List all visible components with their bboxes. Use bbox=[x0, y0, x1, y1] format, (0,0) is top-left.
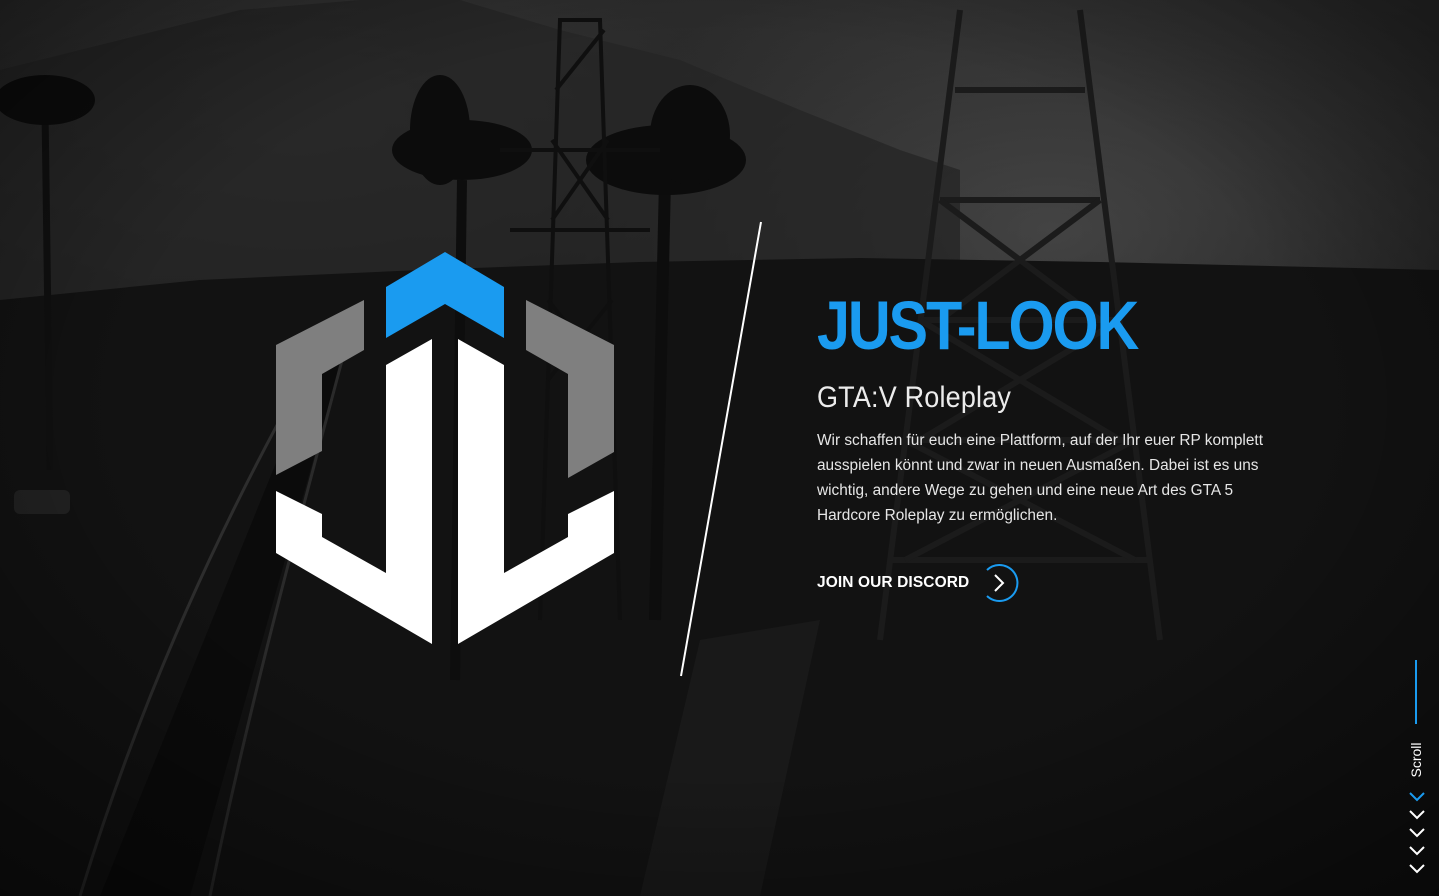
chevron-down-icon bbox=[1409, 792, 1425, 802]
hero-description: Wir schaffen für euch eine Plattform, au… bbox=[817, 432, 1263, 524]
hexagon-logo-icon bbox=[276, 252, 614, 644]
chevron-down-icon bbox=[1409, 864, 1425, 874]
scroll-label: Scroll bbox=[1408, 742, 1424, 778]
chevron-right-icon bbox=[979, 563, 1019, 603]
hero-content: JUST-LOOK GTA:V Roleplay Wir schaffen fü… bbox=[817, 290, 1297, 528]
scroll-line bbox=[1415, 660, 1417, 724]
join-discord-label: JOIN OUR DISCORD bbox=[817, 574, 970, 591]
scroll-indicator[interactable]: Scroll bbox=[1400, 660, 1436, 880]
page-title: JUST-LOOK bbox=[817, 287, 1139, 364]
chevron-down-icon bbox=[1409, 828, 1425, 838]
chevron-down-icon bbox=[1409, 846, 1425, 856]
join-discord-button[interactable]: JOIN OUR DISCORD bbox=[817, 562, 1019, 604]
page-subtitle: GTA:V Roleplay bbox=[817, 381, 1012, 414]
chevron-down-icon bbox=[1409, 810, 1425, 820]
just-look-logo bbox=[276, 252, 614, 646]
hero-section: JUST-LOOK GTA:V Roleplay Wir schaffen fü… bbox=[0, 0, 1439, 896]
